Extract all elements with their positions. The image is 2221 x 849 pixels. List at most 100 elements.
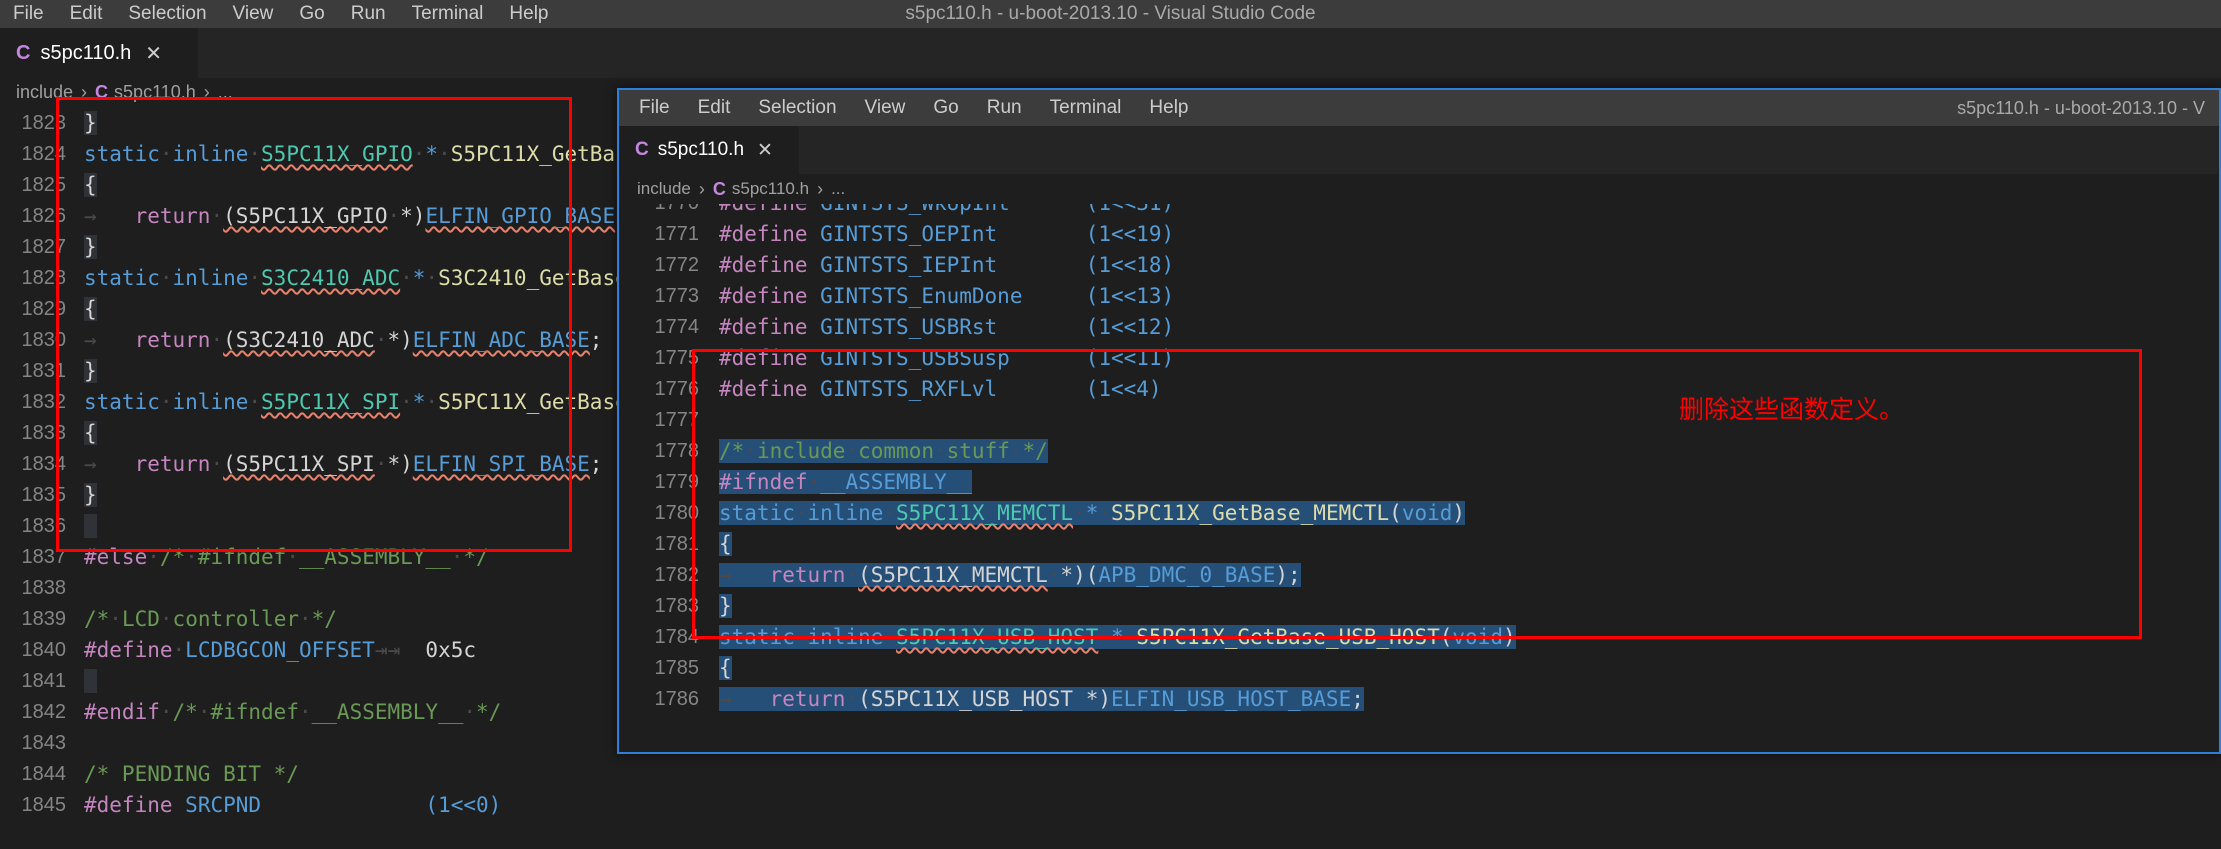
code-token [84,669,97,693]
breadcrumb-folder[interactable]: include [16,82,73,103]
code-line[interactable]: { [84,294,97,325]
c-file-icon: C [16,42,31,64]
code-token [1073,687,1086,711]
inner-tab-bar: C s5pc110.h ✕ [619,126,2219,174]
code-line[interactable]: #else·/*·#ifndef·__ASSEMBLY__·*/ [84,542,489,573]
code-line[interactable]: static·inline·S5PC11X_MEMCTL·*·S5PC11X_G… [719,498,1466,529]
code-line[interactable]: #define·LCDBGCON_OFFSET⇥⇥ 0x5c [84,635,476,666]
code-line[interactable]: } [84,232,97,263]
code-line[interactable]: } [719,591,732,622]
code-line[interactable]: → return·(S5PC11X_MEMCTL·*)(APB_DMC_0_BA… [719,560,1301,591]
code-token: #endif [84,700,160,724]
inner-menu-item-help[interactable]: Help [1135,90,1202,126]
inner-tab-s5pc110-h[interactable]: C s5pc110.h ✕ [619,126,799,174]
inner-menu-item-view[interactable]: View [851,90,920,126]
code-line[interactable] [84,666,97,697]
chevron-right-icon: › [698,178,705,199]
inner-breadcrumb-ellipsis[interactable]: ... [831,179,845,199]
menu-item-run[interactable]: Run [338,0,399,28]
code-line[interactable]: #define GINTSTS_USBRst (1<<12) [719,312,1174,343]
close-icon[interactable]: ✕ [145,41,162,66]
inner-breadcrumb-folder[interactable]: include [637,179,691,199]
code-line[interactable]: #define GINTSTS_RXFLvl (1<<4) [719,374,1162,405]
breadcrumb-ellipsis[interactable]: ... [218,82,233,103]
inner-menu-bar[interactable]: File Edit Selection View Go Run Terminal… [619,90,1203,126]
menu-item-edit[interactable]: Edit [57,0,116,28]
inner-menu-item-selection[interactable]: Selection [744,90,850,126]
code-token: common [858,439,934,463]
code-token: S5PC11X_GetBase_MEMCTL [1111,501,1390,525]
line-number: 1836 [21,515,67,537]
line-number: 1778 [654,440,700,462]
line-number: 1774 [654,316,700,338]
inner-menu-item-run[interactable]: Run [973,90,1036,126]
code-line[interactable]: } [84,108,97,139]
code-line[interactable]: #define GINTSTS_USBSusp (1<<11) [719,343,1174,374]
inner-editor-content[interactable]: 1770 #define GINTSTS_WkUpInt (1<<31) 1771 #… [619,204,2219,752]
outer-menu-bar[interactable]: File Edit Selection View Go Run Terminal… [0,0,562,28]
chinese-annotation-note: 删除这些函数定义。 [1679,395,1905,424]
code-line[interactable]: { [84,418,97,449]
code-token: · [172,638,186,662]
code-token: → [84,328,97,352]
code-line[interactable]: → return·(S5PC11X_SPI·*)ELFIN_SPI_BASE; [84,449,602,480]
inner-menu-item-go[interactable]: Go [919,90,972,126]
code-token: ELFIN_GPIO_BASE [425,204,616,228]
code-line[interactable]: { [719,653,732,684]
inner-vscode-window[interactable]: File Edit Selection View Go Run Terminal… [617,88,2221,754]
code-token: * [412,390,426,414]
code-line[interactable] [84,511,97,542]
code-line[interactable]: → return·(S5PC11X_GPIO·*)ELFIN_GPIO_BASE… [84,201,628,232]
code-line[interactable]: #define GINTSTS_EnumDone (1<<13) [719,281,1174,312]
menu-item-selection[interactable]: Selection [115,0,219,28]
code-token: { [719,656,732,680]
code-line[interactable]: #define GINTSTS_WkUpInt (1<<31) [719,204,1174,219]
menu-item-terminal[interactable]: Terminal [399,0,497,28]
code-token: S5PC11X_GetBase_USB_HOST [1136,625,1440,649]
code-line[interactable]: #ifndef·__ASSEMBLY__ [719,467,972,498]
code-token: ELFIN_USB_HOST_BASE [1111,687,1352,711]
menu-item-file[interactable]: File [0,0,57,28]
tab-s5pc110-h[interactable]: C s5pc110.h ✕ [0,28,198,78]
code-line[interactable]: #define SRCPND (1<<0) [84,790,501,821]
code-token: · [794,625,808,649]
screen-root: File Edit Selection View Go Run Terminal… [0,0,2221,849]
code-line[interactable]: /*·include·common·stuff·*/ [719,436,1048,467]
breadcrumb-file[interactable]: s5pc110.h [114,82,196,103]
line-number: 1837 [21,546,67,568]
code-token: S5PC11X_MEMCTL [896,501,1074,525]
code-token: · [147,545,160,569]
code-line[interactable]: #endif·/*·#ifndef·__ASSEMBLY__·*/ [84,697,501,728]
inner-menu-item-edit[interactable]: Edit [684,90,745,126]
code-line[interactable]: → return·(S5PC11X_USB_HOST *)ELFIN_USB_H… [719,684,1364,715]
line-number: 1784 [654,626,700,648]
code-token: { [84,297,97,321]
line-number: 1840 [21,639,67,661]
code-line[interactable]: /* PENDING BIT */ [84,759,299,790]
code-line[interactable]: static·inline·S5PC11X_USB_HOST·*·S5PC11X… [719,622,1516,653]
code-line[interactable]: { [84,170,97,201]
line-number: 1781 [654,533,700,555]
code-line[interactable]: } [84,480,97,511]
code-line[interactable]: → return·(S3C2410_ADC·*)ELFIN_ADC_BASE; [84,325,602,356]
inner-breadcrumb-file[interactable]: s5pc110.h [732,179,809,199]
inner-menu-item-file[interactable]: File [625,90,684,126]
inner-menu-item-terminal[interactable]: Terminal [1036,90,1136,126]
menu-item-help[interactable]: Help [496,0,561,28]
line-number: 1783 [654,595,700,617]
menu-item-view[interactable]: View [220,0,287,28]
code-line[interactable]: #define GINTSTS_IEPInt (1<<18) [719,250,1174,281]
code-token: GINTSTS_EnumDone [820,284,1023,308]
code-token: return [769,687,846,711]
menu-item-go[interactable]: Go [286,0,337,28]
code-line[interactable]: #define GINTSTS_OEPInt (1<<19) [719,219,1174,250]
code-line[interactable]: { [719,529,732,560]
code-line[interactable]: } [84,356,97,387]
inner-breadcrumb[interactable]: include › C s5pc110.h › ... [619,174,2219,204]
line-number: 1831 [21,360,67,382]
close-icon[interactable]: ✕ [757,139,773,162]
code-token: __ASSEMBLY__ [299,545,451,569]
code-line[interactable]: /*·LCD·controller·*/ [84,604,337,635]
